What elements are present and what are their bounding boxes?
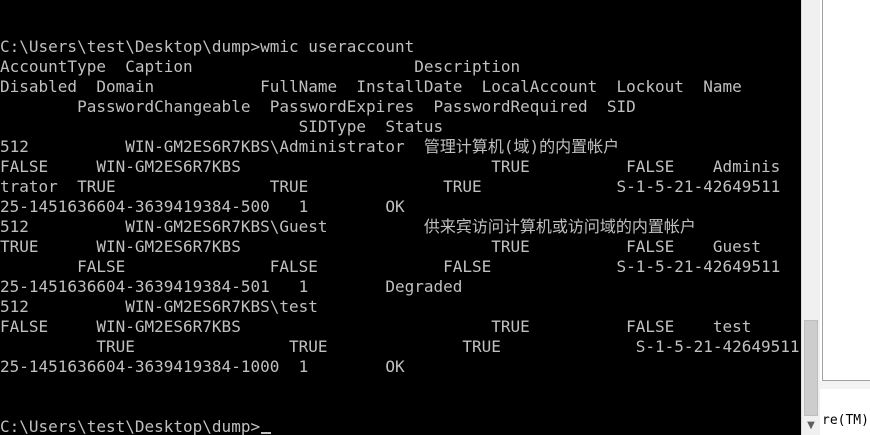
console-line-11: 25-1451636604-3639419384-500 1 OK	[0, 197, 405, 216]
vertical-scrollbar[interactable]: ▼	[801, 0, 820, 435]
background-window[interactable]	[820, 0, 870, 435]
console-window[interactable]: C:\Users\test\Desktop\dump>wmic useracco…	[0, 0, 801, 435]
console-line-15: 25-1451636604-3639419384-501 1 Degraded	[0, 277, 463, 296]
console-line-16: 512 WIN-GM2ES6R7KBS\test	[0, 297, 318, 316]
console-line-17: FALSE WIN-GM2ES6R7KBS TRUE FALSE test	[0, 317, 752, 336]
console-line-10: trator TRUE TRUE TRUE S-1-5-21-42649511	[0, 177, 781, 196]
console-line-4: AccountType Caption Description	[0, 57, 521, 76]
console-line-13: TRUE WIN-GM2ES6R7KBS TRUE FALSE Guest	[0, 237, 761, 256]
scroll-down-arrow-icon[interactable]: ▼	[802, 417, 820, 435]
background-window-strip	[820, 381, 870, 389]
console-line-5: Disabled Domain FullName InstallDate Loc…	[0, 77, 742, 96]
console-line-3: C:\Users\test\Desktop\dump>wmic useracco…	[0, 37, 415, 56]
console-line-12: 512 WIN-GM2ES6R7KBS\Guest 供来宾访问计算机或访问域的内…	[0, 217, 696, 236]
console-line-7: SIDType Status	[0, 117, 444, 136]
console-line-6: PasswordChangeable PasswordExpires Passw…	[0, 97, 636, 116]
background-window-text: re(TM)	[822, 413, 869, 428]
console-prompt-line[interactable]: C:\Users\test\Desktop\dump>	[0, 417, 272, 435]
console-line-18: TRUE TRUE TRUE S-1-5-21-42649511	[0, 337, 800, 356]
background-window-divider	[822, 0, 823, 380]
console-line-19: 25-1451636604-3639419384-1000 1 OK	[0, 357, 405, 376]
console-line-8: 512 WIN-GM2ES6R7KBS\Administrator 管理计算机(…	[0, 137, 620, 156]
scrollbar-thumb[interactable]	[804, 320, 818, 416]
console-line-14: FALSE FALSE FALSE S-1-5-21-42649511	[0, 257, 781, 276]
console-line-9: FALSE WIN-GM2ES6R7KBS TRUE FALSE Adminis	[0, 157, 781, 176]
text-cursor	[261, 432, 272, 434]
prompt-text: C:\Users\test\Desktop\dump>	[0, 417, 261, 435]
